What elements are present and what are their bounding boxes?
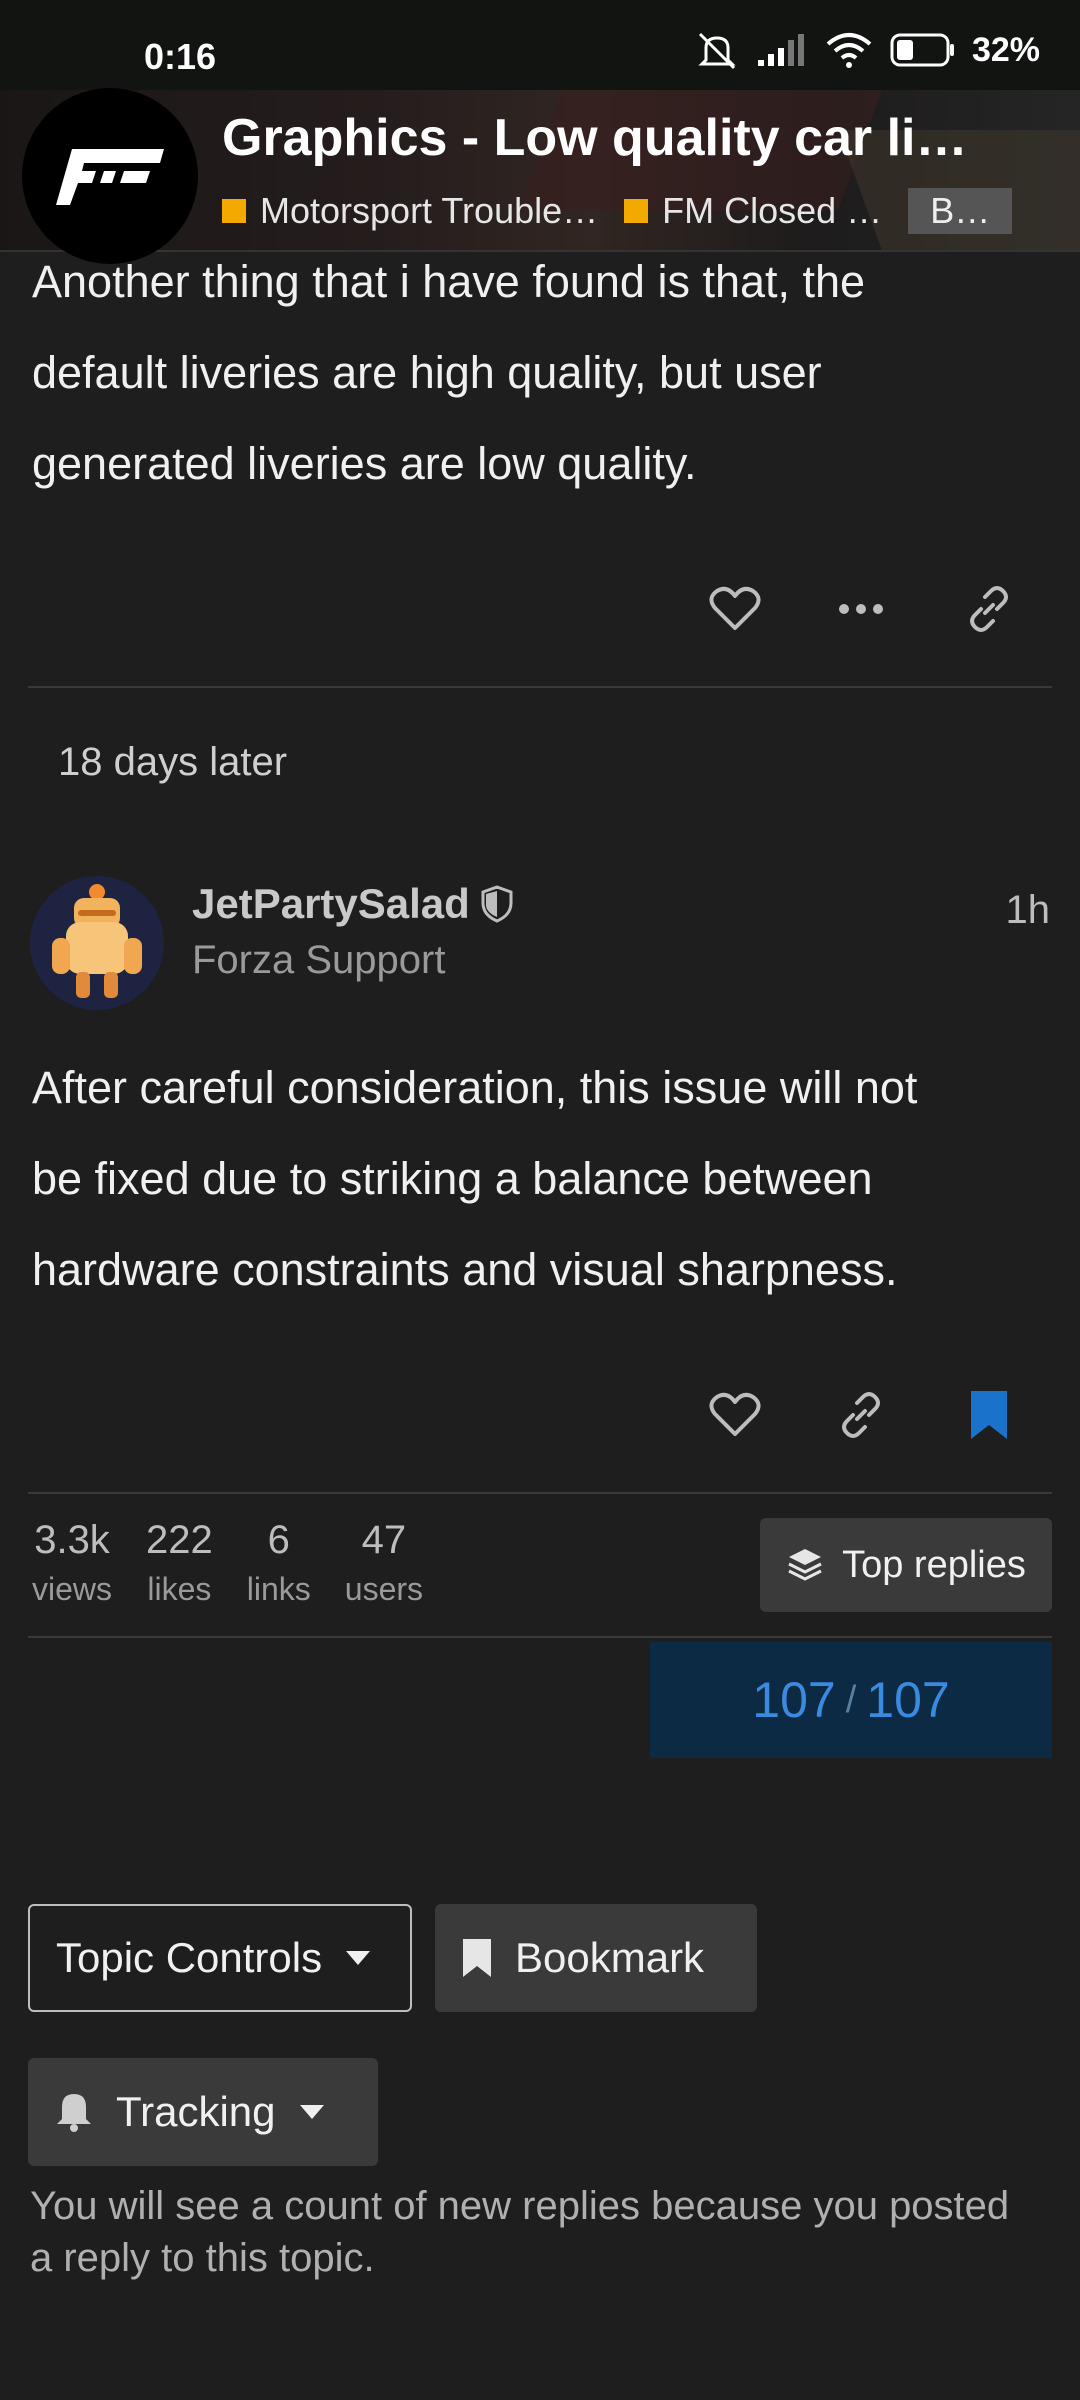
category-crumb-2[interactable]: FM Closed … [624,190,882,232]
heart-icon [709,1392,761,1436]
progress-current: 107 [752,1672,836,1728]
post-line: generated liveries are low quality. [32,438,697,489]
post-line: be fixed due to striking a balance betwe… [32,1153,873,1204]
status-time: 0:16 [144,36,217,77]
battery-icon [890,33,954,67]
category-crumb-label: FM Closed … [662,190,883,231]
like-button[interactable] [700,1380,770,1450]
time-gap-label: 18 days later [58,740,288,784]
more-actions-button[interactable] [826,574,896,644]
stat-label: likes [147,1571,212,1607]
stat-label: views [32,1571,113,1607]
caret-down-icon [299,2105,324,2119]
bookmark-icon [463,1939,491,1977]
share-link-button[interactable] [954,574,1024,644]
bookmark-post-button[interactable] [954,1380,1024,1450]
like-button[interactable] [700,574,770,644]
topic-controls-button[interactable]: Topic Controls [28,1904,412,2012]
shield-icon [481,885,513,923]
user-title: Forza Support [192,938,446,982]
category-color-square [222,199,246,223]
category-crumb-1[interactable]: Motorsport Trouble… [222,190,598,232]
post-divider [28,1492,1052,1494]
battery-percent: 32% [971,30,1040,69]
tag-badge[interactable]: B… [908,188,1013,234]
bookmark-label: Bookmark [515,1934,705,1981]
progress-total: 107 [866,1672,950,1728]
heart-icon [709,586,761,630]
tracking-description: You will see a count of new replies beca… [30,2184,1010,2280]
wifi-icon [826,33,872,68]
breadcrumb: Motorsport Trouble… FM Closed … B… [222,188,1013,234]
post-body: After careful consideration, this issue … [32,1042,1052,1315]
status-icons: 32% [694,30,1040,70]
share-link-button[interactable] [826,1380,896,1450]
layers-icon [788,1549,822,1581]
topic-title[interactable]: Graphics - Low quality car li… [222,108,1052,168]
stat-label: links [246,1571,311,1607]
status-bar: 0:16 32% [0,0,1080,90]
stat-label: users [344,1571,424,1607]
robot-avatar-icon [30,876,164,1010]
avatar[interactable] [30,876,164,1010]
stats-divider [28,1636,1052,1638]
post-body: Another thing that i have found is that,… [32,236,1052,509]
progress-separator: / [845,1678,857,1721]
topic-controls-label: Topic Controls [56,1934,323,1981]
top-replies-button[interactable]: Top replies [760,1518,1052,1612]
mute-icon [698,32,736,70]
stat-number: 6 [267,1518,290,1562]
tracking-label: Tracking [116,2088,276,2135]
signal-icon [757,34,804,66]
stat-likes[interactable]: 222 likes [146,1518,213,1608]
stat-number: 222 [146,1518,213,1562]
post-line: After careful consideration, this issue … [32,1062,918,1113]
ellipsis-icon [839,604,883,614]
link-icon [970,586,1008,632]
notification-level-button[interactable]: Tracking [28,2058,378,2166]
bookmark-filled-icon [971,1391,1007,1439]
stat-views[interactable]: 3.3k views [32,1518,112,1608]
site-logo[interactable] [22,88,198,264]
top-replies-label: Top replies [842,1543,1026,1586]
topic-stats: 3.3k views 222 likes 6 links 47 users [32,1518,423,1608]
stat-users[interactable]: 47 users [345,1518,423,1608]
post-time[interactable]: 1h [1006,888,1051,933]
stat-number: 47 [361,1518,407,1562]
forza-logo-icon [56,149,164,205]
post-line: hardware constraints and visual sharpnes… [32,1244,898,1295]
post-line: default liveries are high quality, but u… [32,347,822,398]
stat-number: 3.3k [34,1518,110,1562]
post-divider [28,686,1052,688]
post-username[interactable]: JetPartySalad [192,880,514,928]
post-line: Another thing that i have found is that,… [32,256,866,307]
topic-progress[interactable]: 107 / 107 [650,1642,1052,1758]
category-crumb-label: Motorsport Trouble… [260,190,599,231]
bell-icon [57,2094,91,2132]
category-color-square [624,199,649,223]
bookmark-topic-button[interactable]: Bookmark [435,1904,757,2012]
link-icon [842,1392,880,1438]
caret-down-icon [346,1951,371,1965]
username-text: JetPartySalad [192,880,470,927]
stat-links[interactable]: 6 links [247,1518,311,1608]
